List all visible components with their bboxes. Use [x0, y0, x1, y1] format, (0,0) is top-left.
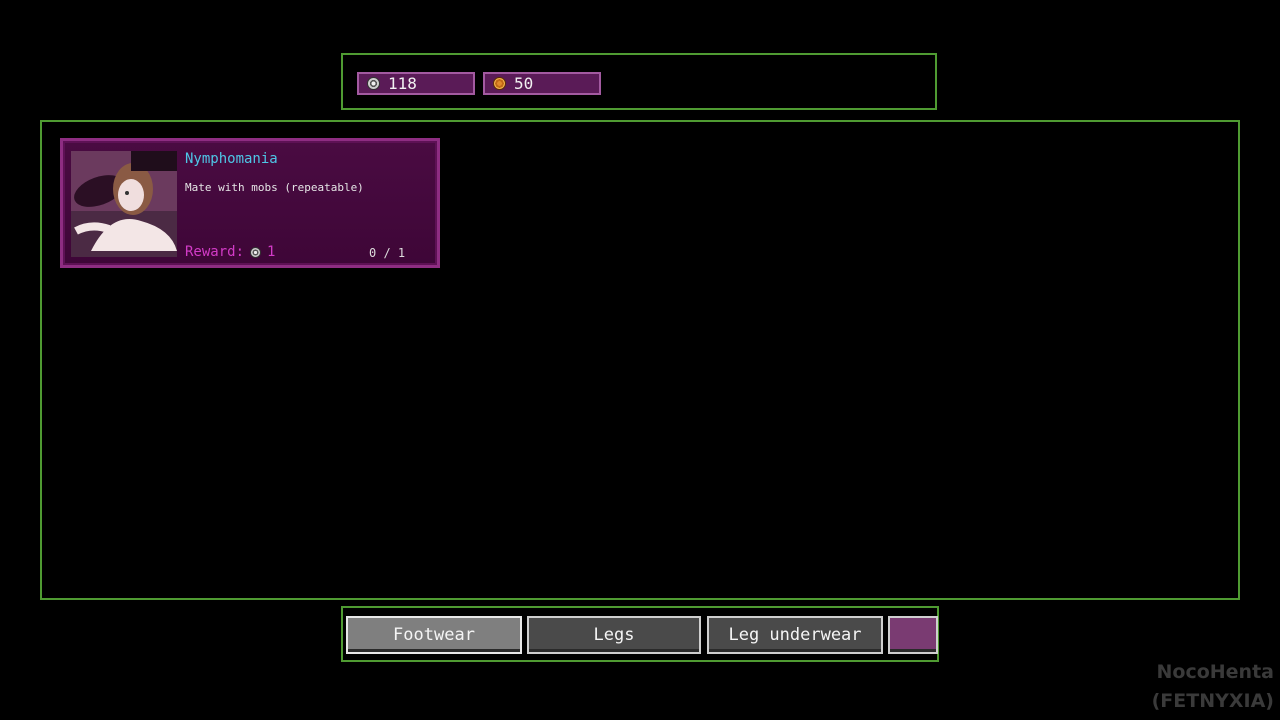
silver-coin-icon: [367, 77, 380, 90]
tab-legs[interactable]: Legs: [527, 616, 701, 654]
quest-reward: Reward: 1: [185, 244, 275, 260]
silver-currency-counter: 118: [357, 72, 475, 95]
watermark-line-2: (FETNYXIA): [1151, 690, 1274, 712]
reward-coin-icon: [250, 246, 262, 258]
watermark-line-1: NocoHenta: [1156, 661, 1275, 683]
watermark: NocoHenta (FETNYXIA): [1152, 658, 1274, 716]
reward-label: Reward:: [185, 244, 245, 260]
tab-leg-underwear[interactable]: Leg underwear: [707, 616, 883, 654]
reward-amount: 1: [267, 244, 276, 260]
game-screen: 118 50 Nymphomania Mate with mobs (repea…: [0, 0, 1280, 720]
quest-thumbnail-image: [71, 151, 177, 257]
quest-card[interactable]: Nymphomania Mate with mobs (repeatable) …: [60, 138, 440, 268]
tab-next-partial[interactable]: [888, 616, 938, 654]
category-tab-bar: Footwear Legs Leg underwear: [341, 606, 939, 662]
quest-description: Mate with mobs (repeatable): [185, 181, 364, 194]
silver-currency-value: 118: [388, 74, 417, 93]
tab-footwear[interactable]: Footwear: [346, 616, 522, 654]
gold-currency-counter: 50: [483, 72, 601, 95]
gold-coin-icon: [493, 77, 506, 90]
quest-list-panel: Nymphomania Mate with mobs (repeatable) …: [40, 120, 1240, 600]
quest-progress: 0 / 1: [369, 246, 406, 260]
quest-title: Nymphomania: [185, 151, 278, 167]
gold-currency-value: 50: [514, 74, 534, 93]
currency-bar: 118 50: [341, 53, 937, 110]
